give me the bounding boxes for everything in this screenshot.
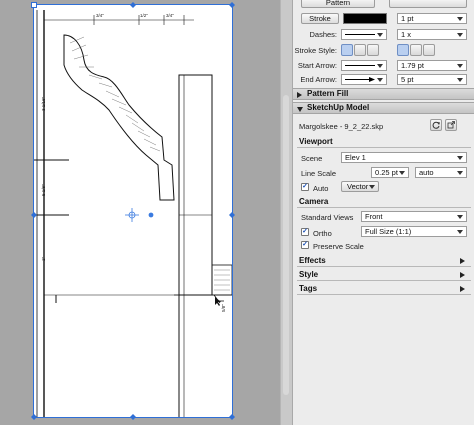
effects-header[interactable]: Effects — [297, 255, 471, 267]
dimension-label: 3/4" — [96, 13, 104, 18]
standard-views-select[interactable]: Front — [361, 211, 467, 222]
dashes-scale-select[interactable]: 1 x — [397, 29, 467, 40]
start-arrow-label: Start Arrow: — [297, 61, 337, 70]
standard-views-label: Standard Views — [301, 213, 354, 222]
pattern-button[interactable]: Pattern — [301, 0, 375, 8]
expand-arrow-icon — [460, 286, 465, 292]
pattern-fill-header[interactable]: Pattern Fill — [293, 88, 474, 100]
preserve-scale-checkbox[interactable]: ✓ — [301, 241, 309, 249]
line-scale-select[interactable]: 0.25 pt — [371, 167, 409, 178]
start-arrow-select[interactable] — [341, 60, 387, 71]
stroke-button[interactable]: Stroke — [301, 13, 339, 24]
viewport-header[interactable]: Viewport — [297, 136, 471, 148]
dimension-label: 3/4" — [166, 13, 174, 18]
collapse-arrow-icon — [297, 107, 303, 112]
sketchup-model-header[interactable]: SketchUp Model — [293, 102, 474, 114]
expand-arrow-icon — [297, 92, 302, 98]
join-miter-icon[interactable] — [397, 44, 409, 56]
document-canvas[interactable]: 3/4" 1/2" 3/4" 3 1/16" 5 1/8" 1" 5/8" — [0, 0, 282, 425]
cap-flat-icon[interactable] — [341, 44, 353, 56]
join-bevel-icon[interactable] — [423, 44, 435, 56]
render-mode-select[interactable]: Vector — [341, 181, 379, 192]
resize-handle[interactable] — [229, 414, 235, 420]
line-scale-mode-select[interactable]: auto — [415, 167, 467, 178]
expand-arrow-icon — [460, 258, 465, 264]
open-external-icon[interactable] — [445, 119, 457, 131]
resize-handle[interactable] — [229, 2, 235, 8]
dimension-label: 5 1/8" — [41, 184, 46, 196]
resize-handle[interactable] — [31, 2, 37, 8]
inspector-panel: Pattern Stroke 1 pt Dashes: 1 x Stroke S… — [292, 0, 474, 425]
end-arrow-select[interactable] — [341, 74, 387, 85]
crown-moulding-profile — [63, 34, 175, 201]
ortho-label: Ortho — [313, 229, 332, 238]
stroke-style-label: Stroke Style: — [294, 46, 337, 55]
style-title: Style — [299, 270, 319, 279]
resize-handle[interactable] — [31, 212, 37, 218]
auto-checkbox[interactable]: ✓ — [301, 183, 309, 191]
start-arrow-size-select[interactable]: 1.79 pt — [397, 60, 467, 71]
ortho-checkbox[interactable]: ✓ — [301, 228, 309, 236]
cap-square-icon[interactable] — [367, 44, 379, 56]
resize-handle[interactable] — [229, 212, 235, 218]
refresh-icon[interactable] — [430, 119, 442, 131]
dashes-select[interactable] — [341, 29, 387, 40]
model-file-name: Margolskee - 9_2_22.skp — [299, 122, 384, 131]
expand-arrow-icon — [460, 272, 465, 278]
pattern-fill-title: Pattern Fill — [307, 89, 349, 98]
effects-title: Effects — [299, 256, 326, 265]
end-arrow-size-select[interactable]: 5 pt — [397, 74, 467, 85]
scene-select[interactable]: Elev 1 — [341, 152, 467, 163]
dimension-label: 5/8" — [221, 304, 226, 312]
style-header[interactable]: Style — [297, 269, 471, 281]
dimension-label: 1/2" — [140, 13, 148, 18]
end-arrow-label: End Arrow: — [300, 75, 337, 84]
cap-round-icon[interactable] — [354, 44, 366, 56]
dimension-label: 1" — [41, 256, 46, 261]
join-round-icon[interactable] — [410, 44, 422, 56]
line-scale-label: Line Scale — [301, 169, 337, 178]
dashes-label: Dashes: — [309, 30, 337, 39]
resize-handle[interactable] — [31, 414, 37, 420]
viewport-drawing[interactable]: 3/4" 1/2" 3/4" 3 1/16" 5 1/8" 1" 5/8" — [34, 5, 232, 417]
stroke-color-swatch[interactable] — [343, 13, 387, 24]
sketchup-model-title: SketchUp Model — [307, 103, 370, 112]
camera-header[interactable]: Camera — [297, 196, 471, 208]
auto-label: Auto — [313, 184, 329, 193]
preserve-scale-label: Preserve Scale — [313, 242, 364, 251]
vertical-scrollbar-thumb[interactable] — [283, 95, 289, 395]
crosshair-icon — [125, 208, 154, 222]
resize-handle[interactable] — [130, 2, 136, 8]
resize-handle[interactable] — [130, 414, 136, 420]
pattern-swatch[interactable] — [389, 0, 467, 8]
tags-header[interactable]: Tags — [297, 283, 471, 295]
layout-page[interactable]: 3/4" 1/2" 3/4" 3 1/16" 5 1/8" 1" 5/8" — [33, 4, 233, 418]
ortho-scale-select[interactable]: Full Size (1:1) — [361, 226, 467, 237]
dimension-label: 3 1/16" — [41, 96, 46, 111]
scene-label: Scene — [301, 154, 323, 163]
stroke-width-select[interactable]: 1 pt — [397, 13, 467, 24]
tags-title: Tags — [299, 284, 318, 293]
